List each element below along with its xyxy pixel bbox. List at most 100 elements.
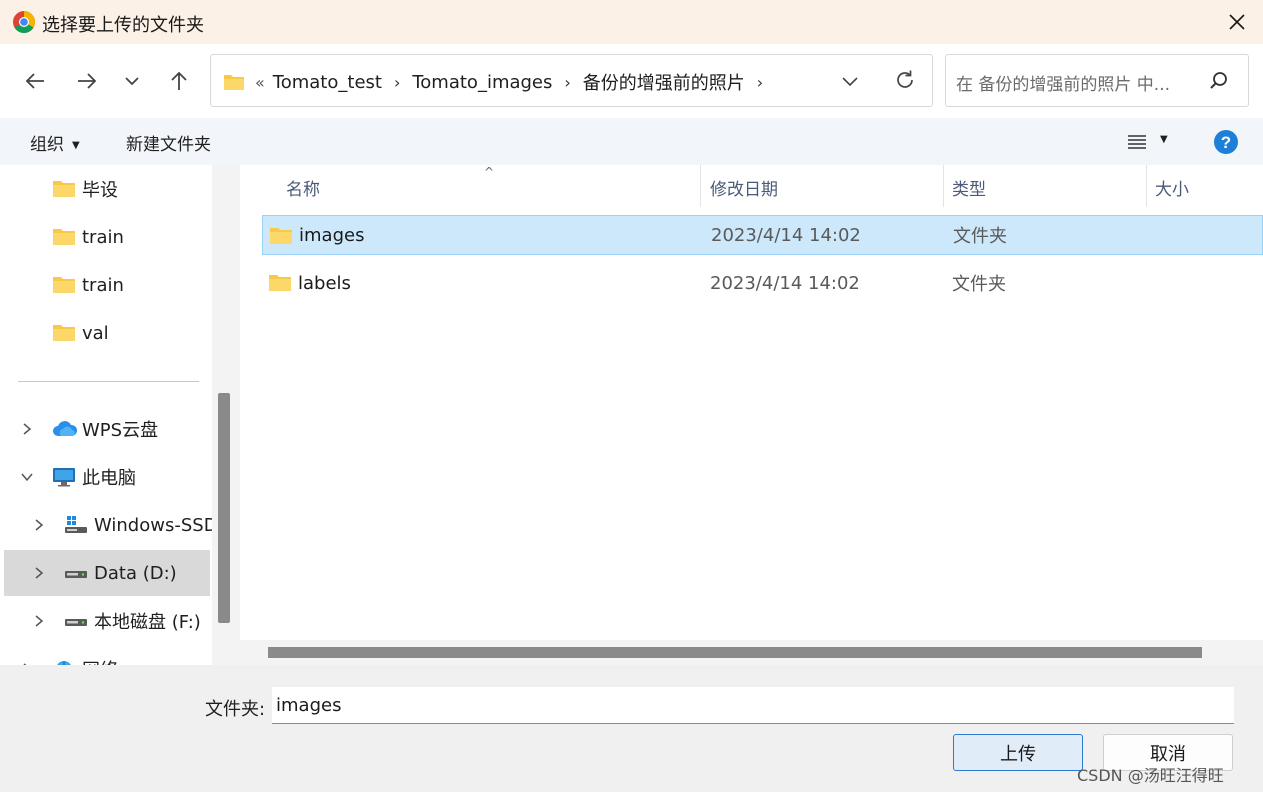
- up-button[interactable]: [164, 66, 194, 96]
- computer-icon: [53, 468, 75, 487]
- folder-icon: [53, 277, 75, 293]
- nav-divider: [18, 381, 199, 382]
- drive-icon: [65, 619, 87, 626]
- file-dialog: 选择要上传的文件夹 « Tomato_test › Tomato_images …: [0, 0, 1263, 792]
- chevron-right-icon[interactable]: ›: [394, 73, 400, 92]
- folder-icon: [53, 181, 75, 197]
- dialog-title: 选择要上传的文件夹: [42, 15, 204, 36]
- chevron-down-icon[interactable]: [20, 470, 34, 484]
- watermark: CSDN @汤旺汪得旺: [1077, 766, 1224, 785]
- column-header-name[interactable]: 名称: [286, 175, 320, 200]
- search-box[interactable]: 在 备份的增强前的照片 中...: [945, 54, 1249, 107]
- command-bar: 组织 ▼ 新建文件夹 ▼ ?: [0, 118, 1263, 165]
- file-type: 文件夹: [953, 226, 1007, 247]
- address-bar[interactable]: « Tomato_test › Tomato_images › 备份的增强前的照…: [210, 54, 933, 107]
- chrome-icon: [13, 11, 35, 33]
- organize-label: 组织: [30, 135, 64, 155]
- nav-label: Windows-SSD: [94, 514, 212, 536]
- column-separator[interactable]: [1146, 165, 1147, 207]
- file-row-labels[interactable]: labels 2023/4/14 14:02 文件夹: [262, 263, 1263, 303]
- column-header-type[interactable]: 类型: [952, 175, 986, 200]
- file-modified: 2023/4/14 14:02: [711, 224, 861, 246]
- close-icon[interactable]: [1222, 7, 1252, 37]
- folder-icon: [53, 229, 75, 245]
- breadcrumb-item-tomato-test[interactable]: Tomato_test: [273, 72, 382, 93]
- new-folder-button[interactable]: 新建文件夹: [126, 130, 211, 155]
- nav-label: train: [82, 274, 124, 296]
- folder-icon: [53, 325, 75, 341]
- breadcrumb-item-tomato-images[interactable]: Tomato_images: [412, 72, 552, 93]
- chevron-right-icon[interactable]: ›: [757, 73, 763, 92]
- caret-down-icon: ▼: [72, 139, 80, 151]
- folder-icon: [269, 275, 291, 291]
- file-row-images[interactable]: images 2023/4/14 14:02 文件夹: [262, 215, 1263, 255]
- nav-label: WPS云盘: [82, 420, 159, 441]
- arrow-right-icon: [78, 73, 97, 89]
- nav-label: train: [82, 226, 124, 248]
- file-scrollbar-thumb[interactable]: [268, 647, 1202, 658]
- nav-item-wps-cloud[interactable]: WPS云盘: [4, 406, 210, 452]
- search-placeholder: 在 备份的增强前的照片 中...: [956, 75, 1171, 95]
- nav-item-data-d[interactable]: Data (D:): [4, 550, 210, 596]
- list-view-icon[interactable]: [1126, 131, 1148, 153]
- folder-field-label: 文件夹:: [205, 699, 266, 720]
- cloud-icon: [53, 421, 78, 436]
- chevron-right-icon[interactable]: [32, 518, 46, 532]
- windows-drive-icon: [65, 516, 87, 533]
- sort-ascending-icon: ^: [484, 165, 495, 179]
- navigation-pane: 毕设 train train val WPS云盘 此电脑 Windows-SSD…: [0, 165, 212, 665]
- chevron-down-icon: [125, 77, 139, 86]
- nav-label: 此电脑: [82, 468, 136, 489]
- column-separator[interactable]: [700, 165, 701, 207]
- nav-label: val: [82, 322, 109, 344]
- arrow-left-icon: [25, 73, 44, 89]
- column-header-modified[interactable]: 修改日期: [710, 175, 778, 200]
- arrow-up-icon: [171, 71, 187, 90]
- nav-label: Data (D:): [94, 562, 177, 584]
- folder-icon: [224, 75, 244, 90]
- navigation-bar: « Tomato_test › Tomato_images › 备份的增强前的照…: [0, 44, 1263, 118]
- breadcrumb-item-backup-photos[interactable]: 备份的增强前的照片: [583, 69, 745, 95]
- recent-locations-button[interactable]: [117, 66, 147, 96]
- nav-item-train[interactable]: train: [4, 214, 210, 260]
- organize-menu[interactable]: 组织 ▼: [30, 130, 80, 155]
- nav-item-network[interactable]: 网络: [4, 646, 210, 665]
- folder-name-input[interactable]: [272, 687, 1234, 724]
- nav-label: 网络: [82, 656, 118, 665]
- svg-text:?: ?: [1221, 133, 1231, 152]
- chevron-right-icon[interactable]: ›: [564, 73, 570, 92]
- nav-item-windows-ssd[interactable]: Windows-SSD: [4, 502, 212, 548]
- refresh-icon[interactable]: [893, 68, 917, 92]
- chevron-down-icon[interactable]: [839, 70, 861, 92]
- search-icon[interactable]: [1208, 70, 1230, 92]
- chevron-right-icon[interactable]: [20, 422, 34, 436]
- chevron-right-icon[interactable]: [32, 614, 46, 628]
- drive-icon: [65, 571, 87, 578]
- nav-item-local-disk-f[interactable]: 本地磁盘 (F:): [4, 598, 210, 644]
- file-list: ^ 名称 修改日期 类型 大小 images 2023/4/14 14:02 文…: [240, 165, 1263, 665]
- file-name: images: [299, 224, 365, 246]
- nav-item-train-2[interactable]: train: [4, 262, 210, 308]
- file-name: labels: [298, 272, 351, 294]
- column-separator[interactable]: [943, 165, 944, 207]
- nav-scrollbar-thumb[interactable]: [218, 393, 230, 623]
- file-type: 文件夹: [952, 274, 1006, 295]
- caret-down-icon[interactable]: ▼: [1160, 134, 1168, 145]
- title-bar: 选择要上传的文件夹: [0, 0, 1263, 44]
- help-icon[interactable]: ?: [1213, 129, 1239, 155]
- folder-icon: [270, 228, 292, 244]
- nav-item-this-pc[interactable]: 此电脑: [4, 454, 210, 500]
- nav-item-val[interactable]: val: [4, 310, 210, 356]
- breadcrumb: « Tomato_test › Tomato_images › 备份的增强前的照…: [223, 69, 775, 95]
- forward-button[interactable]: [72, 66, 102, 96]
- breadcrumb-overflow[interactable]: «: [255, 73, 265, 92]
- chevron-right-icon[interactable]: [32, 566, 46, 580]
- back-button[interactable]: [20, 66, 50, 96]
- nav-item-graduation[interactable]: 毕设: [4, 166, 210, 212]
- file-modified: 2023/4/14 14:02: [710, 272, 860, 294]
- upload-button[interactable]: 上传: [953, 734, 1083, 771]
- bottom-panel: 文件夹: 上传 取消 CSDN @汤旺汪得旺: [0, 665, 1263, 792]
- nav-label: 毕设: [82, 180, 118, 201]
- column-header-size[interactable]: 大小: [1155, 175, 1189, 200]
- nav-label: 本地磁盘 (F:): [94, 612, 201, 633]
